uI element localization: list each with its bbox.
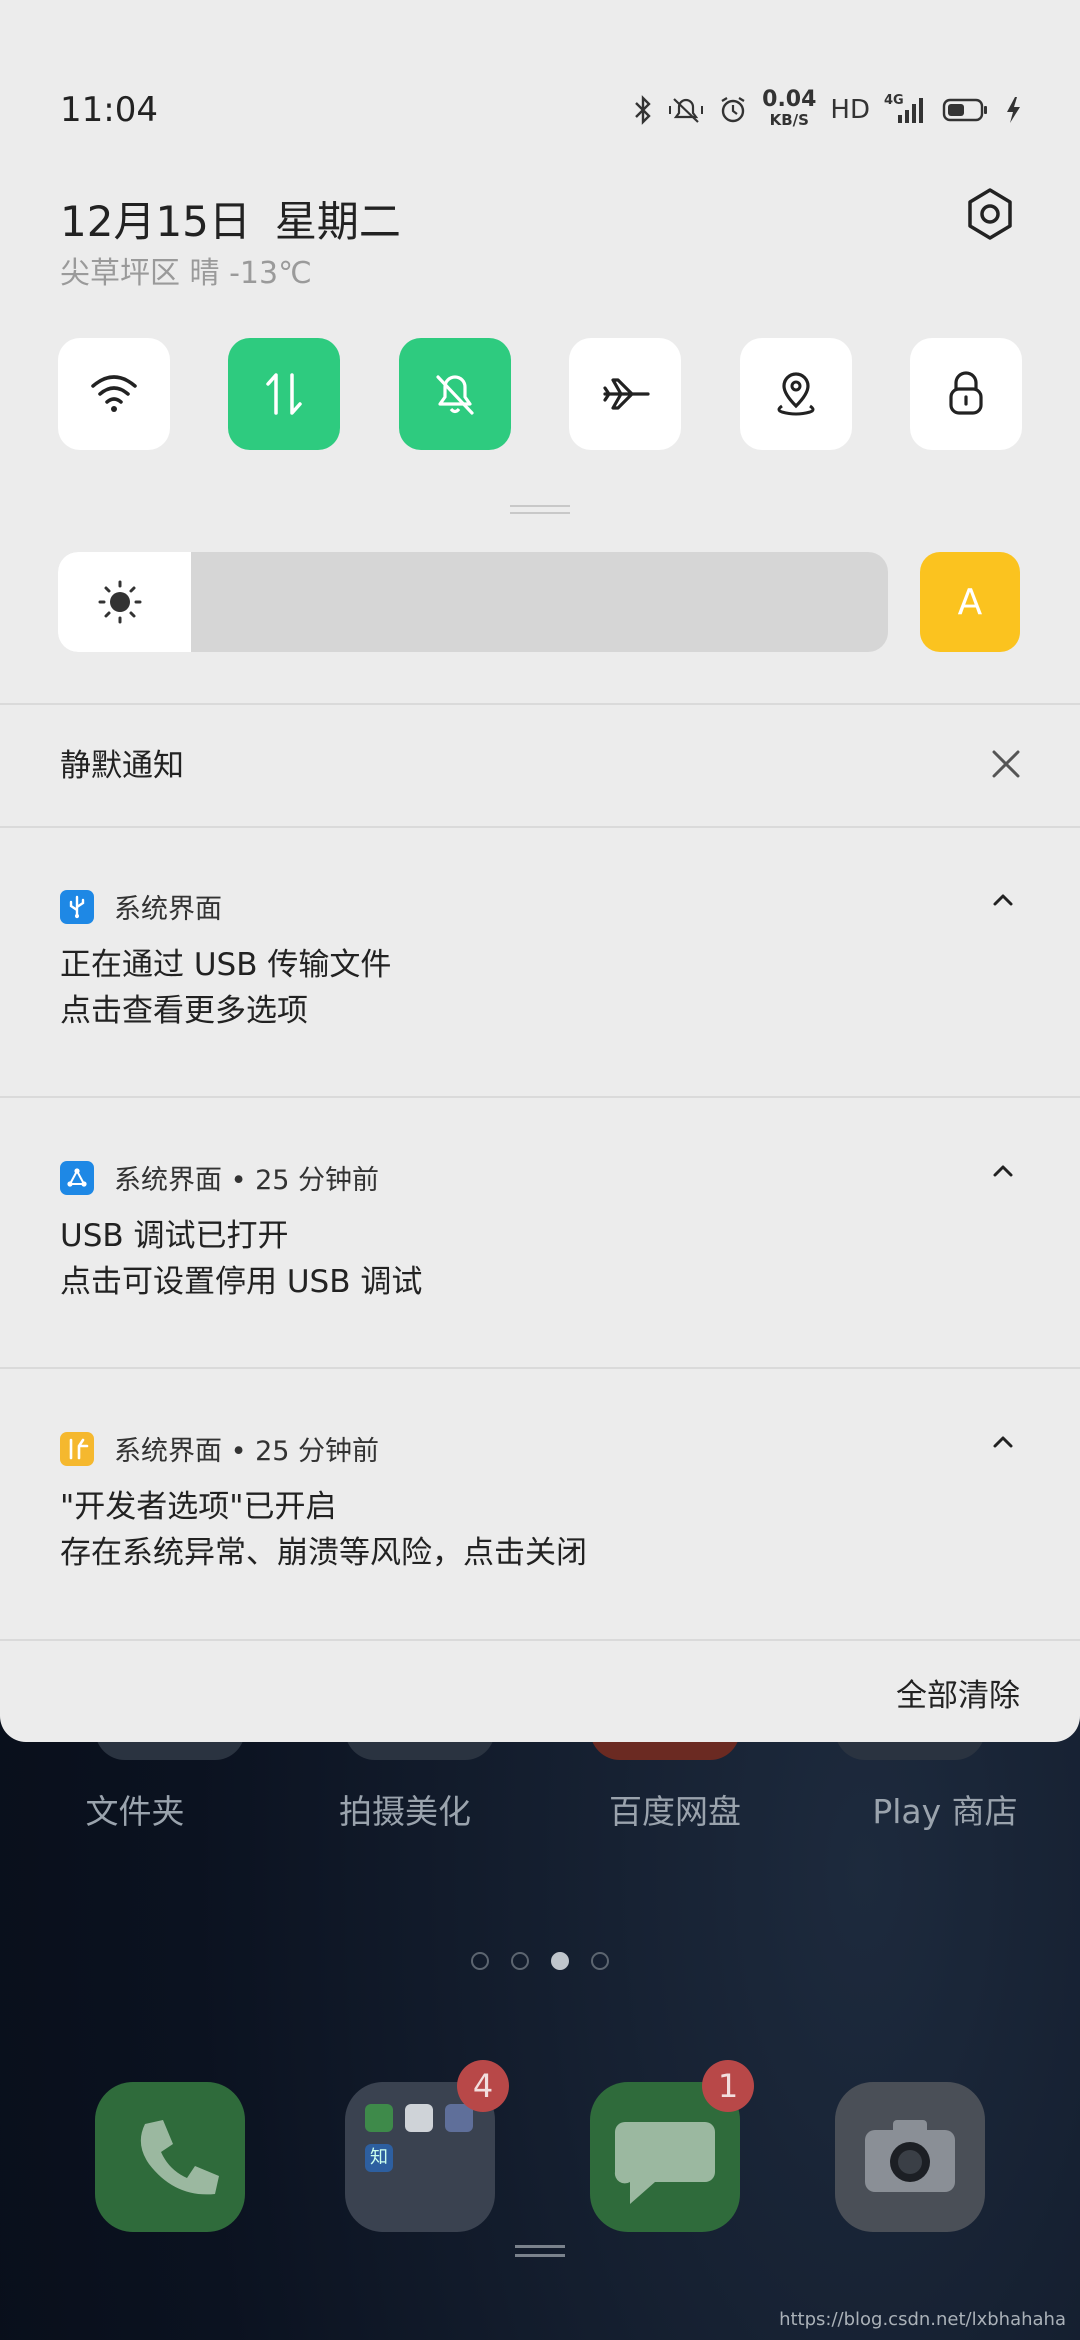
qq-mini-icon: [405, 2104, 433, 2132]
bell-off-icon: [436, 375, 474, 415]
shade-drag-handle[interactable]: [510, 505, 570, 519]
speed-unit: KB/S: [769, 111, 809, 129]
home-app-label[interactable]: 文件夹: [0, 1785, 270, 1833]
notification-shade: 11:04 0.04 KB/S HD 4G 12月15日 星期二 尖草坪区 晴 …: [0, 0, 1080, 1742]
debug-icon: [60, 1160, 94, 1195]
charging-icon: [1007, 97, 1020, 123]
camera-app-icon[interactable]: [835, 2082, 985, 2232]
wifi-icon: [91, 375, 137, 412]
divider: [0, 1639, 1080, 1641]
notification-text: 存在系统异常、崩溃等风险，点击关闭: [60, 1535, 587, 1571]
quick-settings-tiles: [58, 338, 1022, 450]
sun-icon: [98, 580, 142, 624]
signal-indicator: 4G: [884, 93, 928, 125]
messages-app-icon[interactable]: 1: [590, 2060, 754, 2232]
weekday-text: 星期二: [274, 197, 401, 246]
notification-title: "开发者选项"已开启: [60, 1489, 337, 1525]
alarm-icon: [721, 97, 745, 123]
notification-text: 点击可设置停用 USB 调试: [60, 1264, 423, 1300]
divider: [0, 826, 1080, 828]
camera-icon: [865, 2120, 955, 2192]
airplane-mode-tile[interactable]: [569, 338, 682, 450]
network-speed: 0.04 KB/S: [762, 87, 817, 130]
notification-header: 系统界面: [60, 887, 222, 926]
location-tile[interactable]: [739, 338, 852, 450]
silent-notifications-title: 静默通知: [60, 748, 184, 784]
divider: [0, 1096, 1080, 1098]
date-text: 12月15日: [60, 197, 251, 246]
notification-badge: 4: [457, 2060, 509, 2112]
notification-app-name: 系统界面: [114, 894, 222, 925]
chevron-up-icon[interactable]: [992, 893, 1014, 907]
close-icon[interactable]: [990, 748, 1022, 780]
chevron-up-icon[interactable]: [992, 1435, 1014, 1449]
date-row[interactable]: 12月15日 星期二: [60, 188, 401, 249]
page-indicator: [0, 1952, 1080, 1970]
notification-header: 系统界面 • 25 分钟前: [60, 1429, 379, 1468]
rotation-lock-tile[interactable]: [909, 338, 1022, 450]
notification-app-name: 系统界面 • 25 分钟前: [114, 1436, 380, 1467]
battery-icon: [942, 98, 987, 122]
notification-card[interactable]: 系统界面 • 25 分钟前 USB 调试已打开 点击可设置停用 USB 调试: [0, 1158, 1080, 1318]
wechat-mini-icon: [365, 2104, 393, 2132]
notification-card[interactable]: 系统界面 • 25 分钟前 "开发者选项"已开启 存在系统异常、崩溃等风险，点击…: [0, 1429, 1080, 1589]
notification-app-name: 系统界面 • 25 分钟前: [114, 1165, 380, 1196]
weather-text[interactable]: 尖草坪区 晴 -13℃: [60, 248, 312, 292]
notification-header: 系统界面 • 25 分钟前: [60, 1158, 379, 1197]
location-pin-icon: [777, 372, 815, 416]
divider: [0, 703, 1080, 705]
watermark: https://blog.csdn.net/lxbhahaha: [779, 2309, 1066, 2330]
auto-brightness-button[interactable]: A: [920, 552, 1020, 652]
page-dot-active[interactable]: [551, 1952, 569, 1970]
wifi-tile[interactable]: [58, 338, 170, 450]
notification-badge: 1: [702, 2060, 754, 2112]
mobile-data-icon: [266, 373, 303, 415]
phone-icon: [140, 2120, 219, 2195]
hd-indicator: HD: [830, 95, 870, 125]
phone-app-icon[interactable]: [95, 2082, 245, 2232]
chevron-up-icon[interactable]: [992, 1164, 1014, 1178]
notification-title: 正在通过 USB 传输文件: [60, 947, 392, 983]
brightness-slider[interactable]: [58, 552, 888, 652]
page-dot[interactable]: [591, 1952, 609, 1970]
developer-icon: [60, 1431, 94, 1466]
silent-mode-tile[interactable]: [398, 338, 511, 450]
status-time: 11:04: [60, 90, 158, 130]
folder-app-icon[interactable]: 知 4: [345, 2060, 509, 2232]
status-icons: 0.04 KB/S HD 4G: [632, 87, 1022, 130]
status-bar: 11:04 0.04 KB/S HD 4G: [60, 88, 1022, 132]
home-app-label[interactable]: 百度网盘: [540, 1785, 810, 1833]
home-gesture-bar[interactable]: [515, 2245, 565, 2257]
page-dot[interactable]: [511, 1952, 529, 1970]
home-app-label[interactable]: 拍摄美化: [270, 1785, 540, 1833]
usb-icon: [60, 889, 94, 924]
notification-text: 点击查看更多选项: [60, 993, 308, 1029]
vibrate-off-icon: [669, 98, 704, 123]
airplane-icon: [603, 378, 650, 410]
mobile-data-tile[interactable]: [228, 338, 341, 450]
signal-icon: [898, 98, 923, 123]
home-app-label[interactable]: Play 商店: [810, 1785, 1080, 1833]
speed-value: 0.04: [762, 87, 817, 112]
notification-title: USB 调试已打开: [60, 1218, 289, 1254]
divider: [0, 1367, 1080, 1369]
zhihu-mini-icon: 知: [365, 2144, 393, 2172]
bluetooth-icon: [635, 95, 651, 125]
page-dot[interactable]: [471, 1952, 489, 1970]
settings-gear-icon[interactable]: [962, 186, 1018, 242]
home-app-labels: 文件夹 拍摄美化 百度网盘 Play 商店: [0, 1785, 1080, 1833]
clear-all-button[interactable]: 全部清除: [896, 1670, 1020, 1715]
lock-icon: [949, 371, 983, 415]
notification-card[interactable]: 系统界面 正在通过 USB 传输文件 点击查看更多选项: [0, 887, 1080, 1047]
